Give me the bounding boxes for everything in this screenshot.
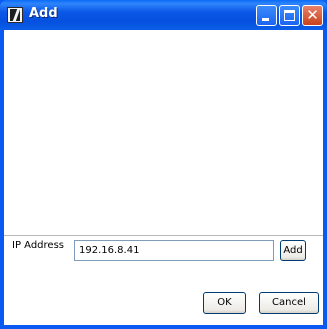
dialog-body: IP Address Add OK Cancel: [4, 30, 323, 325]
close-icon: ✕: [306, 6, 319, 24]
maximize-button[interactable]: [279, 5, 300, 26]
divider: [4, 235, 323, 236]
k-logo-icon: [7, 7, 23, 23]
add-dialog-window: Add ✕ IP Address Add OK Cancel: [0, 0, 327, 329]
minimize-button[interactable]: [256, 5, 277, 26]
window-title: Add: [29, 6, 58, 21]
cancel-button[interactable]: Cancel: [259, 292, 319, 314]
address-list-area[interactable]: [4, 30, 323, 235]
add-button[interactable]: Add: [280, 240, 306, 261]
close-button[interactable]: ✕: [302, 5, 323, 26]
ok-button[interactable]: OK: [203, 292, 246, 314]
minimize-icon: [262, 18, 269, 21]
ip-address-label: IP Address: [12, 240, 64, 251]
maximize-icon: [284, 10, 295, 21]
ip-address-input[interactable]: [74, 240, 274, 261]
title-bar[interactable]: Add ✕: [0, 0, 327, 30]
